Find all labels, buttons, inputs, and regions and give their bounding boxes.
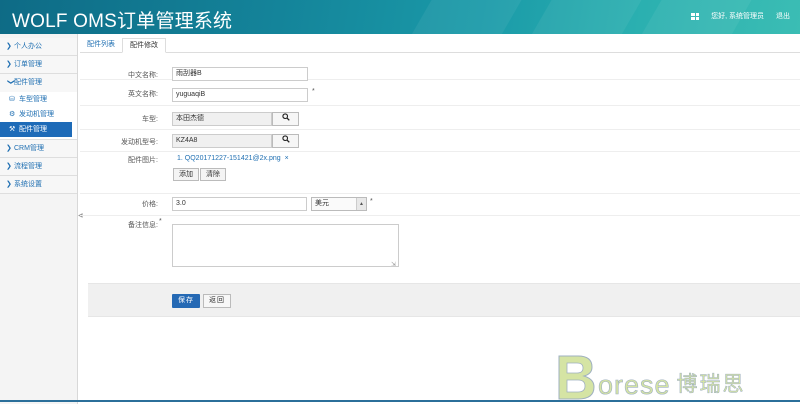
- form-row-en-name: 英文名称: yuguaqiB *: [80, 80, 800, 106]
- sidebar-item-parts-management[interactable]: ❯配件管理: [0, 74, 77, 92]
- en-name-input[interactable]: yuguaqiB: [172, 88, 308, 102]
- required-mark: *: [312, 88, 315, 95]
- price-label: 价格:: [142, 201, 158, 208]
- car-model-label: 车型:: [142, 116, 158, 123]
- engine-model-search-button[interactable]: [272, 134, 299, 148]
- parts-icon: ⚒: [9, 126, 16, 133]
- parts-edit-form: 中文名称: 雨刮器B 英文名称: yuguaqiB * 车型: 本田杰德 发动机…: [80, 58, 800, 278]
- tab-parts-list[interactable]: 配件列表: [80, 38, 122, 53]
- required-mark: *: [159, 218, 162, 225]
- form-actions-bar: 保存 返回: [88, 283, 800, 317]
- sidebar-subitem-label: 配件管理: [19, 126, 47, 133]
- apps-grid-icon[interactable]: [691, 12, 700, 20]
- tab-parts-edit[interactable]: 配件修改: [122, 38, 166, 53]
- form-row-engine-model: 发动机型号: KZ4A8: [80, 130, 800, 152]
- sidebar-subitem-label: 发动机管理: [19, 111, 54, 118]
- save-button[interactable]: 保存: [172, 294, 200, 308]
- engine-model-input[interactable]: KZ4A8: [172, 134, 272, 148]
- brand-logo-b: [558, 355, 595, 400]
- sidebar-item-label: CRM管理: [14, 145, 44, 152]
- back-button[interactable]: 返回: [203, 294, 231, 308]
- form-row-price: 价格: 3.0 美元 ▲ *: [80, 194, 800, 216]
- sidebar-item-orders[interactable]: ❯ 订单管理: [0, 56, 77, 74]
- chevron-right-icon: ❯: [6, 163, 12, 170]
- brand-watermark-cn: 博瑞思: [676, 373, 746, 397]
- header-decoration: [402, 0, 528, 34]
- remark-label: 备注信息:: [128, 222, 158, 229]
- resize-handle-icon[interactable]: ⇲: [391, 261, 799, 278]
- chevron-right-icon: ❯: [6, 145, 12, 152]
- car-model-input[interactable]: 本田杰德: [172, 112, 272, 126]
- sidebar-subitem-parts[interactable]: ⚒ 配件管理: [0, 122, 72, 137]
- required-mark: *: [370, 198, 373, 205]
- brand-watermark: orese 博瑞思: [556, 352, 746, 400]
- image-label: 配件图片:: [128, 157, 158, 164]
- search-icon: [281, 135, 290, 143]
- sidebar-item-label: 流程管理: [14, 163, 42, 170]
- header-right: 您好, 系统管理员 退出: [691, 11, 790, 21]
- form-row-cn-name: 中文名称: 雨刮器B: [80, 58, 800, 81]
- sidebar-subitem-engines[interactable]: ⚙ 发动机管理: [0, 107, 77, 122]
- sidebar-item-label: 订单管理: [14, 61, 42, 68]
- clear-images-button[interactable]: 清除: [200, 168, 226, 181]
- search-icon: [281, 113, 290, 121]
- sidebar-item-label: 系统设置: [14, 181, 42, 188]
- chevron-right-icon: ❯: [6, 43, 12, 50]
- chevron-down-icon: ❯: [7, 79, 14, 85]
- car-model-search-button[interactable]: [272, 112, 299, 126]
- sidebar-subitem-car-models[interactable]: ⛁ 车型管理: [0, 92, 77, 107]
- user-greeting[interactable]: 您好, 系统管理员: [711, 11, 764, 21]
- cn-name-input[interactable]: 雨刮器B: [172, 67, 308, 81]
- form-row-image: 配件图片: 1. QQ20171227-151421@2x.png × 添加 清除: [80, 152, 800, 194]
- sidebar-subitem-label: 车型管理: [19, 96, 47, 103]
- form-row-car-model: 车型: 本田杰德: [80, 106, 800, 130]
- chevron-right-icon: ❯: [6, 61, 12, 68]
- chevron-down-icon: ▲: [356, 198, 366, 210]
- engine-icon: ⚙: [9, 111, 16, 118]
- add-image-button[interactable]: 添加: [173, 168, 199, 181]
- sidebar-group-parts: ❯配件管理 ⛁ 车型管理 ⚙ 发动机管理 ⚒ 配件管理: [0, 74, 77, 140]
- currency-select[interactable]: 美元 ▲: [311, 197, 367, 211]
- image-file-link[interactable]: 1. QQ20171227-151421@2x.png: [177, 155, 281, 162]
- sidebar-item-personal-office[interactable]: ❯ 个人办公: [0, 38, 77, 56]
- form-row-remark: 备注信息: * ⇲: [80, 216, 800, 278]
- remove-file-icon[interactable]: ×: [285, 155, 289, 162]
- sidebar: ❯ 个人办公 ❯ 订单管理 ❯配件管理 ⛁ 车型管理 ⚙ 发动机管理 ⚒ 配件管理 ❯ CR…: [0, 34, 78, 404]
- remark-textarea[interactable]: [172, 224, 399, 267]
- app-header: WOLF OMS订单管理系统 您好, 系统管理员 退出: [0, 0, 800, 34]
- price-input[interactable]: 3.0: [172, 197, 307, 211]
- brand-watermark-text: orese: [598, 370, 671, 401]
- chevron-right-icon: ❯: [6, 181, 12, 188]
- currency-selected: 美元: [315, 200, 329, 207]
- car-icon: ⛁: [9, 96, 15, 103]
- engine-model-label: 发动机型号:: [121, 139, 158, 146]
- bottom-divider: [0, 400, 800, 402]
- tab-bar: 配件列表 配件修改: [80, 38, 800, 53]
- en-name-label: 英文名称:: [128, 91, 158, 98]
- sidebar-item-crm[interactable]: ❯ CRM管理: [0, 140, 77, 158]
- image-file-item: 1. QQ20171227-151421@2x.png ×: [177, 155, 289, 162]
- cn-name-label: 中文名称:: [128, 72, 158, 79]
- sidebar-item-label: 个人办公: [14, 43, 42, 50]
- sidebar-item-settings[interactable]: ❯ 系统设置: [0, 176, 77, 194]
- logout-link[interactable]: 退出: [776, 11, 790, 21]
- app-title: WOLF OMS订单管理系统: [12, 11, 233, 32]
- header-decoration: [522, 0, 648, 34]
- sidebar-item-workflow[interactable]: ❯ 流程管理: [0, 158, 77, 176]
